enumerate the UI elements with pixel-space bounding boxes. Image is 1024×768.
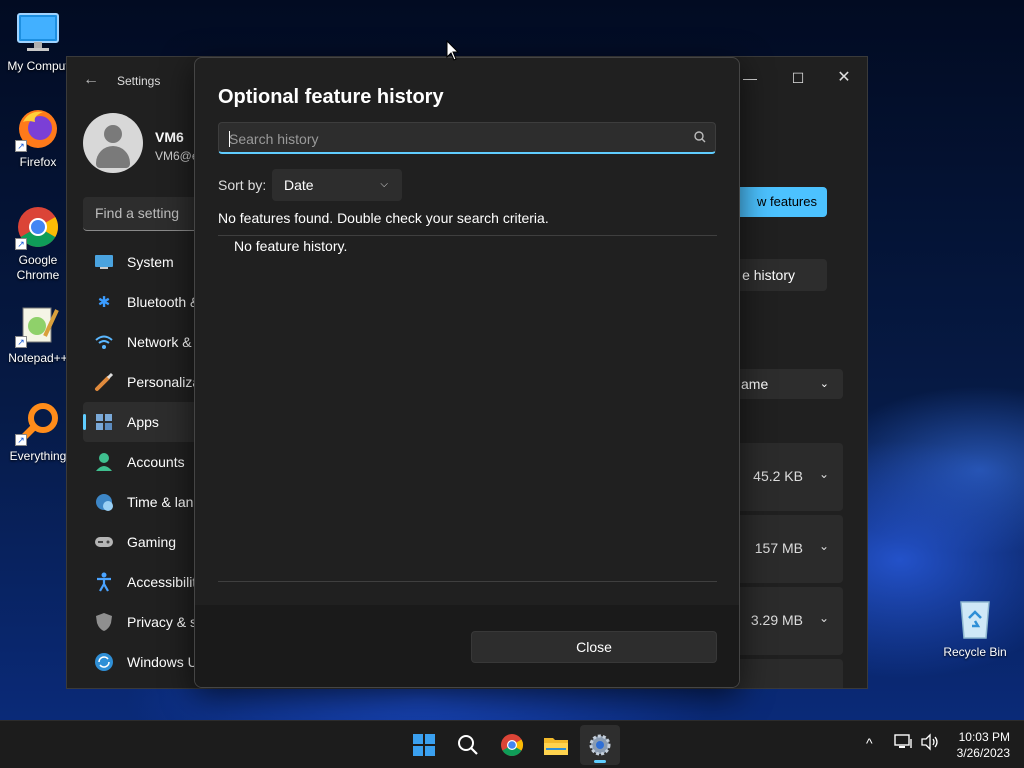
mouse-cursor-icon: [446, 39, 460, 62]
search-history-input[interactable]: [229, 129, 679, 149]
desktop-icon-my-computer[interactable]: My Comput: [0, 10, 76, 74]
settings-sort-value: ame: [741, 376, 769, 392]
settings-sort-select[interactable]: ame ⌄: [735, 369, 843, 399]
user-name: VM6: [155, 129, 184, 145]
desktop-icon-label: Google Chrome: [16, 253, 60, 282]
empty-state-text: No feature history.: [234, 238, 348, 254]
chevron-down-icon: ⌄: [819, 378, 829, 390]
desktop-icon-recycle-bin[interactable]: Recycle Bin: [937, 596, 1013, 660]
notepadpp-icon: ↗: [15, 302, 61, 348]
settings-gear-icon[interactable]: [580, 725, 620, 765]
desktop-icon-label: My Comput: [7, 59, 69, 73]
file-explorer-icon[interactable]: [536, 725, 576, 765]
sort-by-label: Sort by:: [218, 177, 267, 193]
search-icon[interactable]: [448, 725, 488, 765]
desktop-icon-label: Firefox: [19, 155, 57, 169]
brush-icon: [93, 371, 115, 393]
clock-globe-icon: [93, 491, 115, 513]
avatar[interactable]: [83, 113, 143, 173]
divider: [218, 581, 717, 582]
feature-size: 157 MB: [754, 540, 803, 556]
chrome-icon[interactable]: [492, 725, 532, 765]
nav-item-label: Accessibilit: [127, 574, 197, 590]
chevron-down-icon: ⌄: [818, 539, 829, 553]
desktop-icon-label: Everything: [9, 449, 67, 463]
desktop-icon-chrome[interactable]: ↗ Google Chrome: [0, 204, 76, 283]
back-arrow-icon[interactable]: ←: [83, 71, 99, 89]
gamepad-icon: [93, 531, 115, 553]
shortcut-arrow-icon: ↗: [15, 238, 27, 250]
see-history-button[interactable]: e history: [735, 259, 827, 291]
feature-size: 3.29 MB: [750, 612, 803, 628]
apps-icon: [93, 411, 115, 433]
chevron-down-icon: ⌄: [818, 467, 829, 481]
clock-time: 10:03 PM: [958, 730, 1010, 744]
search-history-field[interactable]: [218, 122, 716, 154]
feature-size: 45.2 KB: [753, 468, 803, 484]
network-icon[interactable]: [894, 733, 914, 754]
update-icon: [93, 651, 115, 673]
shield-icon: [93, 611, 115, 633]
close-window-icon[interactable]: ✕: [821, 63, 867, 93]
feature-row[interactable]: 157 MB ⌄: [735, 515, 843, 583]
chevron-up-icon[interactable]: ^: [866, 735, 873, 751]
sort-by-value: Date: [284, 177, 314, 193]
nav-item-label: Network &: [127, 334, 192, 350]
divider: [218, 235, 717, 236]
start-icon[interactable]: [404, 725, 444, 765]
nav-item-label: Time & lan: [127, 494, 194, 510]
chevron-down-icon: ⌄: [818, 611, 829, 625]
settings-window-title: Settings: [117, 74, 161, 88]
nav-item-label: Apps: [127, 414, 159, 430]
shortcut-arrow-icon: ↗: [15, 140, 27, 152]
nav-item-label: Accounts: [127, 454, 185, 470]
desktop-icon-firefox[interactable]: ↗ Firefox: [0, 106, 76, 170]
shortcut-arrow-icon: ↗: [15, 336, 27, 348]
everything-icon: ↗: [15, 400, 61, 446]
recycle-bin-icon: [952, 596, 998, 642]
chrome-icon: ↗: [15, 204, 61, 250]
nav-item-label: Bluetooth &: [127, 294, 200, 310]
nav-item-label: Windows U: [127, 654, 198, 670]
accounts-icon: [93, 451, 115, 473]
feature-row[interactable]: 3.29 MB ⌄: [735, 587, 843, 655]
search-icon[interactable]: [693, 130, 707, 144]
wifi-icon: [93, 331, 115, 353]
chevron-down-icon: ⌵: [380, 179, 388, 190]
user-email: VM6@e: [155, 149, 199, 163]
desktop-icon-notepadpp[interactable]: ↗ Notepad++: [0, 302, 76, 366]
system-icon: [93, 251, 115, 273]
maximize-icon[interactable]: ☐: [775, 63, 821, 93]
desktop-icon-everything[interactable]: ↗ Everything: [0, 400, 76, 464]
accessibility-icon: [93, 571, 115, 593]
clock-date: 3/26/2023: [956, 746, 1010, 760]
bluetooth-icon: ✱: [97, 294, 111, 311]
text-caret: [229, 131, 230, 147]
sort-by-select[interactable]: Date ⌵: [272, 169, 402, 201]
shortcut-arrow-icon: ↗: [15, 434, 27, 446]
optional-feature-history-dialog: Optional feature history Sort by: Date ⌵…: [194, 57, 740, 688]
no-results-message: No features found. Double check your sea…: [218, 210, 549, 226]
nav-item-label: Personaliza: [127, 374, 201, 390]
taskbar: ^ 10:03 PM 3/26/2023: [0, 720, 1024, 768]
nav-item-label: System: [127, 254, 174, 270]
desktop-icon-label: Recycle Bin: [943, 645, 1007, 659]
close-button[interactable]: Close: [471, 631, 717, 663]
feature-row[interactable]: 45.2 KB ⌄: [735, 443, 843, 511]
monitor-icon: [15, 10, 61, 56]
volume-icon[interactable]: [920, 733, 940, 754]
nav-item-label: Gaming: [127, 534, 177, 550]
clock[interactable]: 10:03 PM 3/26/2023: [957, 729, 1010, 761]
nav-item-label: Privacy & s: [127, 614, 198, 630]
view-features-button[interactable]: w features: [735, 187, 827, 217]
feature-row[interactable]: [735, 659, 843, 688]
dialog-title: Optional feature history: [218, 86, 444, 108]
firefox-icon: ↗: [15, 106, 61, 152]
desktop-icon-label: Notepad++: [8, 351, 68, 365]
